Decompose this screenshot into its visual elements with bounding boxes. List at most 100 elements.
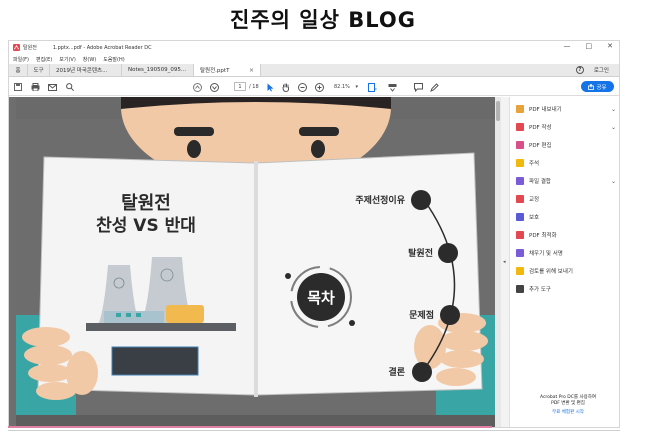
close-button[interactable]: ✕ [607, 42, 613, 50]
menu-help[interactable]: 도움말(H) [103, 56, 124, 63]
menu-window[interactable]: 창(W) [83, 56, 96, 63]
sidebar-item-label: 추가 도구 [529, 287, 551, 293]
tools-sidebar: PDF 내보내기 ⌄ PDF 작성 ⌄ PDF 편집주석파일 결합 ⌄ 교정보호 PDF 최적… [509, 97, 619, 427]
share-icon [588, 83, 595, 90]
edit-pdf-icon [516, 141, 524, 149]
sidebar-item-label: 보호 [529, 215, 540, 221]
sidebar-item[interactable]: 교정 [516, 193, 616, 205]
tab-tools[interactable]: 도구 [28, 64, 50, 76]
login-link[interactable]: 로그인 [594, 66, 609, 74]
menu-edit[interactable]: 편집(E) [36, 56, 52, 63]
toolbar: 1 / 18 82.1% ▾ 공유 [9, 78, 619, 96]
scroll-mode-icon[interactable] [387, 82, 397, 92]
send-review-icon [516, 267, 524, 275]
scrollbar-thumb[interactable] [496, 101, 500, 121]
sidebar-item-label: PDF 내보내기 [529, 107, 562, 113]
upgrade-promo: Acrobat Pro DC를 사용하여 PDF 변환 및 편집 무료 체험판 … [520, 395, 616, 416]
chevron-down-icon[interactable]: ⌄ [611, 124, 616, 131]
sidebar-item[interactable]: 추가 도구 [516, 283, 616, 295]
sidebar-item[interactable]: 채우기 및 서명 [516, 247, 616, 259]
menu-bar: 파일(F) 편집(E) 보기(V) 창(W) 도움말(H) [9, 54, 619, 64]
sidebar-item[interactable]: PDF 최적화 [516, 229, 616, 241]
sidebar-item[interactable]: 보호 [516, 211, 616, 223]
chevron-down-icon: ▾ [355, 83, 358, 90]
promo-line2: PDF 변환 및 편집 [551, 401, 585, 406]
minimize-button[interactable]: — [564, 42, 571, 50]
acrobat-logo-icon [13, 44, 20, 51]
acrobat-window: 탈원전 1.pptx...pdf - Adobe Acrobat Reader … [8, 40, 620, 428]
tab-file-active[interactable]: 탈원전.pptT × [194, 64, 261, 76]
document-name: 탈원전 [23, 45, 37, 51]
tab-bar: 홈 도구 2019년 마국콘텐츠... Notes_190509_095... … [9, 64, 619, 77]
window-title: 1.pptx...pdf - Adobe Acrobat Reader DC [52, 44, 152, 51]
create-pdf-icon [516, 123, 524, 131]
chevron-down-icon[interactable]: ⌄ [611, 106, 616, 113]
zoom-value: 82.1% [334, 83, 350, 90]
hand-tool-icon[interactable] [281, 82, 291, 92]
toc-item-1: 주제선정이유 [355, 194, 405, 206]
page-number-input[interactable]: 1 [234, 82, 246, 91]
optimize-pdf-icon [516, 231, 524, 239]
sidebar-item-label: 채우기 및 서명 [529, 251, 563, 257]
comment-tool-icon[interactable] [413, 82, 423, 92]
toc-item-3: 문제점 [409, 309, 434, 321]
right-panel-toggle[interactable]: ◂ [501, 97, 509, 427]
free-trial-link[interactable]: 무료 체험판 시작 [520, 410, 616, 416]
more-tools-icon [516, 285, 524, 293]
slide-title-line1: 탈원전 [121, 193, 171, 214]
menu-view[interactable]: 보기(V) [59, 56, 76, 63]
pink-divider [8, 426, 492, 428]
combine-files-icon [516, 177, 524, 185]
sidebar-item-label: 파일 결합 [529, 179, 551, 185]
slide-illustration: 탈원전 찬성 VS 반대 목차 주제선정이유 탈원전 문제점 결론 [16, 97, 495, 427]
comment-icon [516, 159, 524, 167]
sidebar-item-label: PDF 작성 [529, 125, 552, 131]
toc-item-4: 결론 [388, 366, 405, 378]
sidebar-item[interactable]: PDF 편집 [516, 139, 616, 151]
sidebar-item-label: 교정 [529, 197, 540, 203]
chevron-left-icon: ◂ [503, 259, 506, 265]
zoom-select[interactable]: 82.1% ▾ [333, 82, 359, 91]
sidebar-item-label: 주석 [529, 161, 540, 167]
select-cursor-icon[interactable] [265, 82, 275, 92]
sidebar-item[interactable]: PDF 작성 ⌄ [516, 121, 616, 133]
tab-close-icon[interactable]: × [249, 67, 254, 74]
save-icon[interactable] [13, 82, 23, 92]
tab-file-2[interactable]: Notes_190509_095... [122, 64, 194, 76]
pdf-page: 탈원전 찬성 VS 반대 목차 주제선정이유 탈원전 문제점 결론 [16, 97, 495, 427]
tab-home[interactable]: 홈 [9, 64, 28, 76]
page-total: / 18 [249, 84, 259, 90]
zoom-out-icon[interactable] [297, 82, 307, 92]
document-view[interactable]: 탈원전 찬성 VS 반대 목차 주제선정이유 탈원전 문제점 결론 [9, 97, 501, 427]
page-down-icon[interactable] [209, 82, 219, 92]
sidebar-item-label: PDF 최적화 [529, 233, 557, 239]
sidebar-item-label: PDF 편집 [529, 143, 552, 149]
sidebar-item[interactable]: PDF 내보내기 ⌄ [516, 103, 616, 115]
blog-title: 진주의 일상 BLOG [230, 8, 416, 32]
help-icon[interactable]: ? [575, 66, 584, 74]
fill-sign-icon [516, 249, 524, 257]
chevron-down-icon[interactable]: ⌄ [611, 178, 616, 185]
export-pdf-icon [516, 105, 524, 113]
zoom-in-icon[interactable] [314, 82, 324, 92]
protect-icon [516, 213, 524, 221]
print-icon[interactable] [30, 82, 40, 92]
tab-file-1[interactable]: 2019년 마국콘텐츠... [50, 64, 122, 76]
search-icon[interactable] [65, 82, 75, 92]
sidebar-item[interactable]: 주석 [516, 157, 616, 169]
toc-item-2: 탈원전 [408, 247, 433, 259]
bottom-divider [8, 430, 620, 431]
page-up-icon[interactable] [192, 82, 202, 92]
share-button[interactable]: 공유 [581, 81, 614, 92]
slide-title-line2: 찬성 VS 반대 [96, 216, 196, 236]
share-label: 공유 [596, 84, 607, 91]
fit-page-icon[interactable] [367, 82, 377, 92]
menu-file[interactable]: 파일(F) [13, 56, 29, 63]
toc-center-label: 목차 [307, 289, 335, 307]
maximize-button[interactable]: □ [586, 42, 593, 50]
pen-tool-icon[interactable] [429, 82, 439, 92]
sidebar-item[interactable]: 검토를 위해 보내기 [516, 265, 616, 277]
mail-icon[interactable] [47, 82, 57, 92]
sidebar-item[interactable]: 파일 결합 ⌄ [516, 175, 616, 187]
title-bar: 탈원전 1.pptx...pdf - Adobe Acrobat Reader … [9, 41, 619, 54]
